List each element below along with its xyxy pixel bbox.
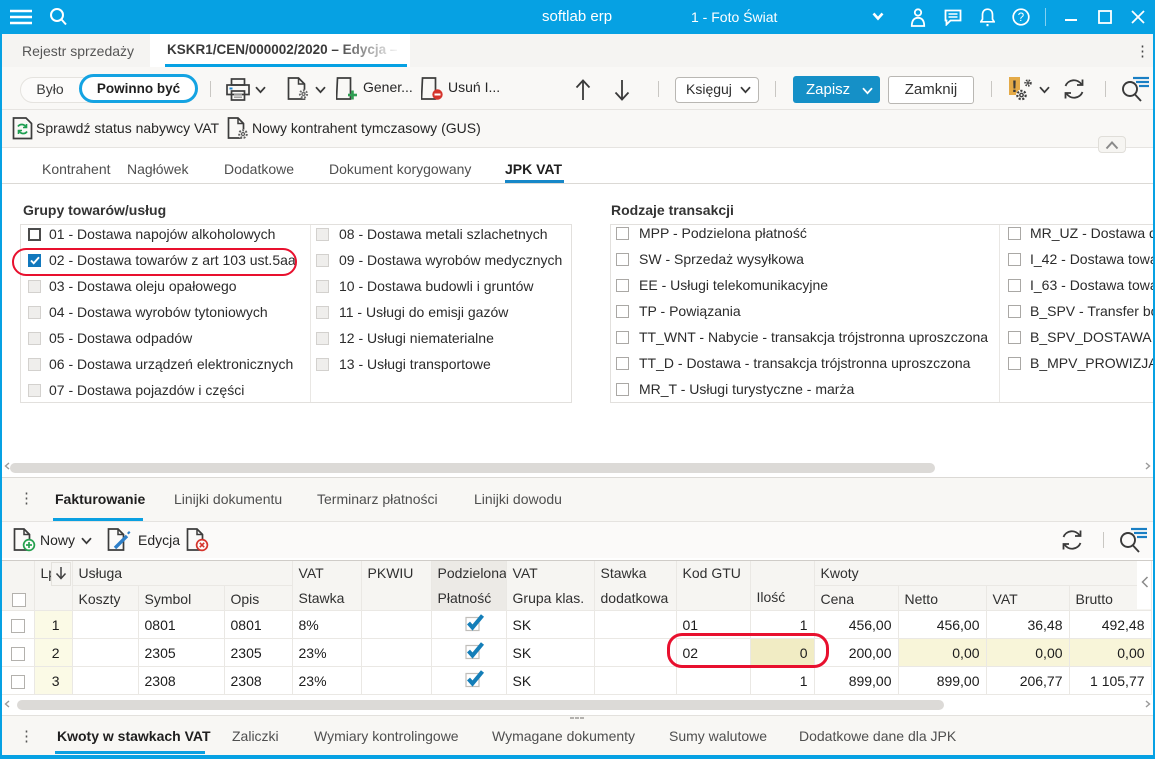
svg-text:?: ?	[1018, 12, 1024, 24]
